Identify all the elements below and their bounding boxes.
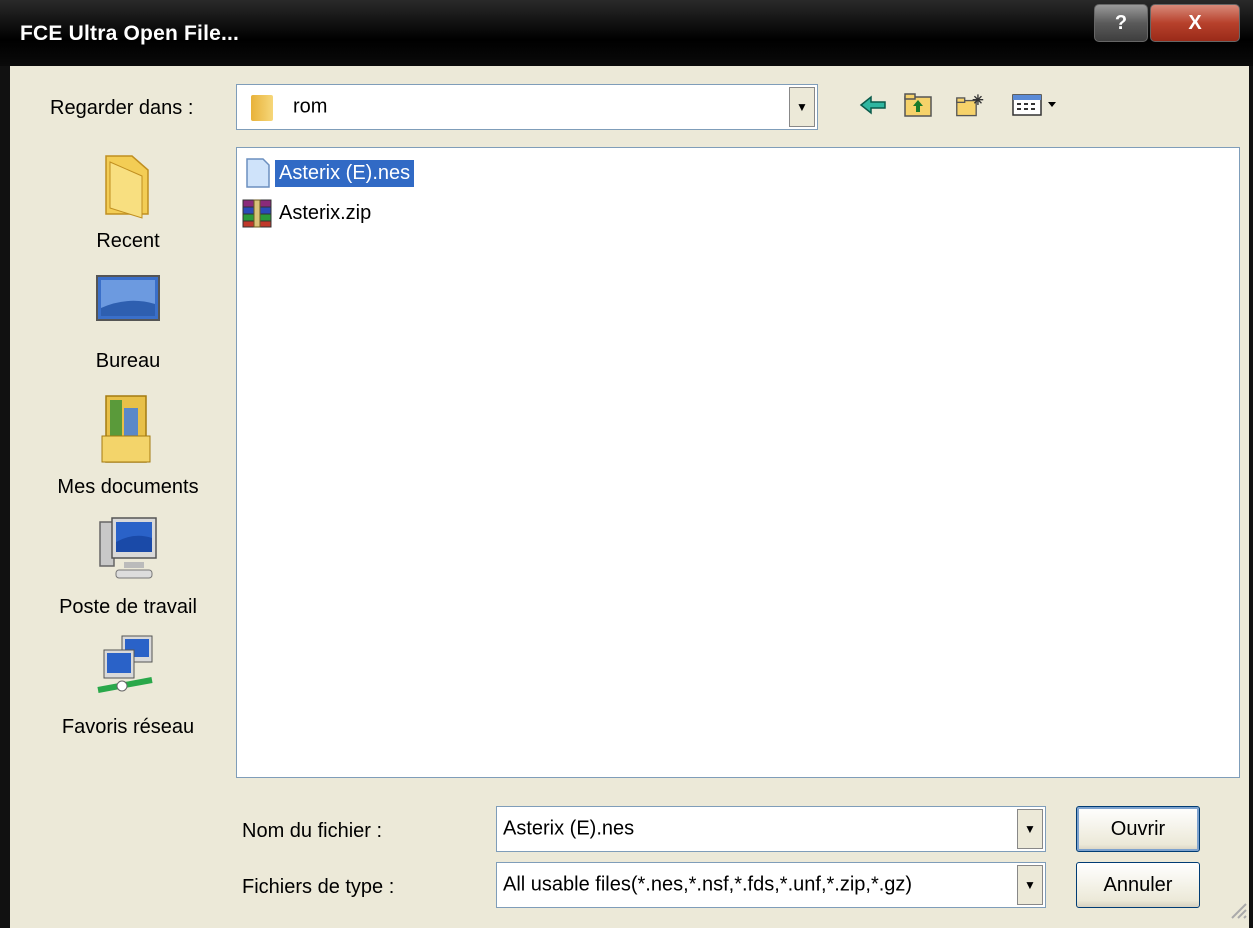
new-folder-button[interactable] <box>955 90 985 120</box>
resize-grip-icon[interactable] <box>1228 900 1248 922</box>
winrar-archive-icon <box>241 198 273 228</box>
chevron-down-icon[interactable]: ▼ <box>1017 865 1043 905</box>
chevron-down-icon[interactable]: ▼ <box>1017 809 1043 849</box>
filetype-dropdown[interactable]: All usable files(*.nes,*.nsf,*.fds,*.unf… <box>496 862 1046 908</box>
my-documents-icon <box>101 395 151 463</box>
my-computer-icon <box>99 517 157 579</box>
help-button[interactable]: ? <box>1094 4 1148 42</box>
help-icon: ? <box>1114 11 1128 34</box>
place-label: Mes documents <box>57 476 199 498</box>
place-my-documents[interactable]: Mes documents <box>36 394 220 510</box>
filename-value: Asterix (E).nes <box>503 817 635 840</box>
desktop-icon <box>96 275 160 321</box>
filetype-label: Fichiers de type : <box>242 876 395 898</box>
list-item[interactable]: Asterix.zip <box>241 196 375 230</box>
lookin-label: Regarder dans : <box>50 97 194 119</box>
filename-label: Nom du fichier : <box>242 820 383 842</box>
view-menu-button[interactable] <box>1008 90 1064 120</box>
chevron-down-icon[interactable]: ▼ <box>789 87 815 127</box>
place-network[interactable]: Favoris réseau <box>36 634 220 750</box>
cancel-button[interactable]: Annuler <box>1076 862 1200 908</box>
filename-input[interactable]: Asterix (E).nes ▼ <box>496 806 1046 852</box>
folder-icon <box>251 95 273 121</box>
filetype-value: All usable files(*.nes,*.nsf,*.fds,*.unf… <box>503 873 913 896</box>
close-icon: X <box>1188 11 1202 34</box>
window-title: FCE Ultra Open File... <box>20 22 240 45</box>
file-list[interactable]: Asterix (E).nes Asterix.zip <box>236 147 1240 778</box>
open-button[interactable]: Ouvrir <box>1076 806 1200 852</box>
title-bar[interactable]: FCE Ultra Open File... ? X <box>0 0 1253 66</box>
back-arrow-icon <box>859 95 886 115</box>
place-label: Favoris réseau <box>61 716 195 738</box>
place-my-computer[interactable]: Poste de travail <box>36 514 220 630</box>
recent-folder-icon <box>105 155 149 219</box>
view-menu-icon <box>1012 94 1056 116</box>
place-label: Recent <box>96 230 160 252</box>
lookin-dropdown[interactable]: rom ▼ <box>236 84 818 130</box>
close-button[interactable]: X <box>1150 4 1240 42</box>
up-folder-icon <box>904 93 932 117</box>
file-name: Asterix.zip <box>279 201 372 224</box>
up-folder-button[interactable] <box>903 90 933 120</box>
network-places-icon <box>97 635 153 693</box>
place-label: Bureau <box>95 350 161 372</box>
back-button[interactable] <box>858 90 888 120</box>
new-folder-icon <box>956 94 984 117</box>
place-label: Poste de travail <box>59 596 197 618</box>
place-desktop[interactable]: Bureau <box>36 275 220 394</box>
list-item[interactable]: Asterix (E).nes <box>241 156 415 190</box>
nes-file-icon <box>241 158 273 188</box>
file-name: Asterix (E).nes <box>275 159 415 187</box>
place-recent[interactable]: Recent <box>36 148 220 264</box>
lookin-value: rom <box>293 95 328 118</box>
places-bar: Recent Bureau Mes documents Poste de tra… <box>36 148 220 748</box>
